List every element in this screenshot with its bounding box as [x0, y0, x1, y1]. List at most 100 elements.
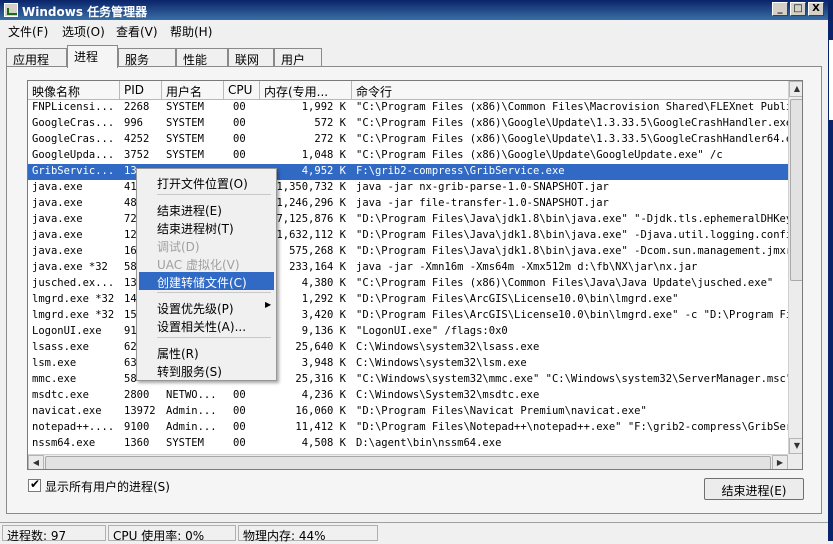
cell-image-name: lmgrd.exe *32 — [32, 309, 115, 321]
menu-bar: 文件(F) 选项(O) 查看(V) 帮助(H) — [0, 20, 828, 40]
column-cpu[interactable]: CPU — [224, 81, 260, 100]
cell-command-line: java -jar file-transfer-1.0-SNAPSHOT.jar — [356, 197, 609, 209]
tab-processes[interactable]: 进程 — [67, 45, 118, 68]
scroll-down-icon[interactable]: ▼ — [789, 438, 802, 454]
cell-user: SYSTEM — [166, 437, 204, 449]
table-row[interactable]: notepad++.... 9100 Admin... 00 11,412 K "D:\P… — [28, 420, 788, 436]
cell-user: SYSTEM — [166, 117, 204, 129]
maximize-button[interactable]: □ — [790, 2, 806, 16]
ctx-item-label: 设置优先级(P) — [157, 302, 234, 316]
vertical-scrollbar[interactable]: ▲ ▼ — [788, 81, 802, 454]
ctx-debug: 调试(D) — [139, 236, 274, 254]
ctx-separator — [157, 194, 271, 195]
status-process-count: 进程数: 97 — [2, 525, 106, 543]
ctx-end-process[interactable]: 结束进程(E) — [139, 200, 274, 218]
cell-image-name: notepad++.... — [32, 421, 115, 433]
menu-file[interactable]: 文件(F) — [8, 23, 48, 40]
table-row[interactable]: navicat.exe 13972 Admin... 00 16,060 K "D:\Pr… — [28, 404, 788, 420]
cell-command-line: F:\grib2-compress\GribService.exe — [356, 165, 565, 177]
context-menu: 打开文件位置(O) 结束进程(E) 结束进程树(T) 调试(D) UAC 虚拟化(V) 创… — [136, 168, 277, 381]
cell-command-line: "LogonUI.exe" /flags:0x0 — [356, 325, 508, 337]
cell-memory: 572 K — [314, 117, 346, 129]
scroll-left-icon[interactable]: ◀ — [28, 455, 44, 469]
column-command-line[interactable]: 命令行 — [352, 81, 788, 100]
cell-user: SYSTEM — [166, 133, 204, 145]
cell-image-name: FNPLicensi... — [32, 101, 115, 113]
table-row[interactable]: msdtc.exe 2800 NETWO... 00 4,236 K C:\Windows… — [28, 388, 788, 404]
cell-memory: 272 K — [314, 133, 346, 145]
column-image-name[interactable]: 映像名称 — [28, 81, 120, 100]
title-bar[interactable]: Windows 任务管理器 _ □ X — [0, 0, 833, 20]
cell-image-name: GoogleCras... — [32, 117, 115, 129]
tab-performance[interactable]: 性能 — [176, 48, 228, 67]
cell-image-name: java.exe *32 — [32, 261, 108, 273]
cell-image-name: java.exe — [32, 245, 83, 257]
tab-services[interactable]: 服务 — [118, 48, 176, 67]
cell-image-name: java.exe — [32, 213, 83, 225]
submenu-arrow-icon: ▶ — [265, 300, 272, 309]
column-memory[interactable]: 内存(专用... — [260, 81, 352, 100]
show-all-users-label: 显示所有用户的进程(S) — [45, 480, 170, 494]
cell-pid: 3752 — [124, 149, 150, 161]
tab-users[interactable]: 用户 — [274, 48, 322, 67]
tab-applications[interactable]: 应用程序 — [6, 48, 67, 84]
close-button[interactable]: X — [808, 2, 824, 16]
ctx-item-label: 结束进程树(T) — [157, 222, 234, 236]
background-window-edge — [828, 0, 833, 541]
cell-command-line: C:\Windows\System32\msdtc.exe — [356, 389, 540, 401]
scroll-up-icon[interactable]: ▲ — [789, 81, 802, 97]
ctx-open-file-location[interactable]: 打开文件位置(O) — [139, 173, 274, 191]
cell-command-line: "D:\Program Files\ArcGIS\License10.0\bin… — [356, 293, 679, 305]
minimize-button[interactable]: _ — [772, 2, 788, 16]
status-bar: 进程数: 97 CPU 使用率: 0% 物理内存: 44% — [0, 522, 828, 543]
cell-image-name: mmc.exe — [32, 373, 77, 385]
tab-networking[interactable]: 联网 — [228, 48, 274, 67]
cell-image-name: GoogleUpda... — [32, 149, 115, 161]
table-row[interactable]: FNPLicensi... 2268 SYSTEM 00 1,992 K "C:\Prog… — [28, 100, 788, 116]
ctx-item-label: 设置相关性(A)... — [157, 320, 247, 334]
menu-help[interactable]: 帮助(H) — [170, 23, 212, 40]
column-pid[interactable]: PID — [120, 81, 162, 100]
scrollbar-corner — [788, 454, 802, 469]
cell-command-line: C:\Windows\system32\lsass.exe — [356, 341, 540, 353]
cell-command-line: "C:\Program Files (x86)\Common Files\Jav… — [356, 277, 774, 289]
list-header: 映像名称 PID 用户名 CPU 内存(专用... 命令行 — [28, 81, 788, 100]
ctx-properties[interactable]: 属性(R) — [139, 343, 274, 361]
cell-image-name: java.exe — [32, 181, 83, 193]
menu-view[interactable]: 查看(V) — [116, 23, 158, 40]
ctx-set-priority[interactable]: 设置优先级(P) ▶ — [139, 298, 274, 316]
cell-pid: 2800 — [124, 389, 150, 401]
window-title: Windows 任务管理器 — [22, 5, 148, 19]
ctx-uac-virtualization: UAC 虚拟化(V) — [139, 254, 274, 272]
cell-image-name: lmgrd.exe *32 — [32, 293, 115, 305]
cell-user: NETWO... — [166, 389, 217, 401]
table-row[interactable]: nssm64.exe 1360 SYSTEM 00 4,508 K D:\agent\bi… — [28, 436, 788, 452]
ctx-item-label: 打开文件位置(O) — [157, 177, 248, 191]
end-process-button[interactable]: 结束进程(E) — [704, 478, 804, 500]
scroll-right-icon[interactable]: ▶ — [772, 455, 788, 469]
cell-image-name: LogonUI.exe — [32, 325, 102, 337]
cell-command-line: "C:\Program Files (x86)\Google\Update\1.… — [356, 133, 788, 145]
table-row[interactable]: GoogleUpda... 3752 SYSTEM 00 1,048 K "C:\Prog… — [28, 148, 788, 164]
ctx-end-process-tree[interactable]: 结束进程树(T) — [139, 218, 274, 236]
checkmark-icon: ✔ — [30, 477, 41, 491]
cell-image-name: navicat.exe — [32, 405, 102, 417]
ctx-separator — [157, 292, 271, 293]
cell-command-line: "C:\Windows\system32\mmc.exe" "C:\Window… — [356, 373, 788, 385]
cell-command-line: C:\Windows\system32\lsm.exe — [356, 357, 527, 369]
cell-command-line: java -jar -Xmn16m -Xms64m -Xmx512m d:\fb… — [356, 261, 698, 273]
horizontal-scroll-thumb[interactable] — [45, 456, 771, 469]
horizontal-scrollbar[interactable]: ◀ ▶ — [28, 454, 788, 469]
menu-options[interactable]: 选项(O) — [62, 23, 105, 40]
show-all-users-checkbox[interactable]: ✔ — [28, 477, 41, 492]
ctx-set-affinity[interactable]: 设置相关性(A)... — [139, 316, 274, 334]
cell-command-line: D:\agent\bin\nssm64.exe — [356, 437, 502, 449]
vertical-scroll-thumb[interactable] — [790, 99, 802, 281]
ctx-go-to-service[interactable]: 转到服务(S) — [139, 361, 274, 379]
column-user[interactable]: 用户名 — [162, 81, 224, 100]
cell-pid: 13972 — [124, 405, 156, 417]
ctx-create-dump-file[interactable]: 创建转储文件(C) — [139, 272, 274, 290]
table-row[interactable]: GoogleCras... 4252 SYSTEM 00 272 K "C:\Progra… — [28, 132, 788, 148]
cell-command-line: "D:\Program Files\Navicat Premium\navica… — [356, 405, 647, 417]
table-row[interactable]: GoogleCras... 996 SYSTEM 00 572 K "C:\Program… — [28, 116, 788, 132]
